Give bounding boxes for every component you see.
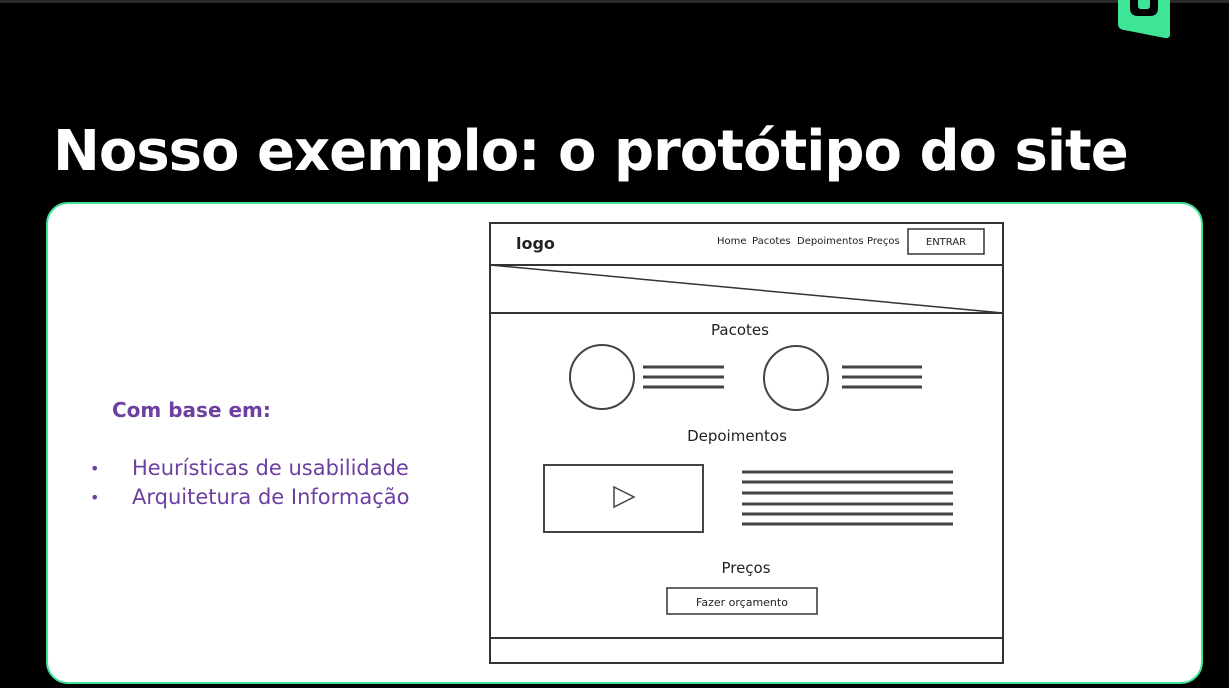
site-wireframe: logo Home Pacotes Depoimentos Preços ENT… bbox=[489, 222, 1004, 664]
criteria-item: • Heurísticas de usabilidade bbox=[0, 454, 410, 483]
packages-heading: Pacotes bbox=[711, 321, 769, 339]
criteria-list: • Heurísticas de usabilidade • Arquitetu… bbox=[0, 454, 410, 512]
bullet-icon: • bbox=[90, 459, 100, 478]
bullet-icon: • bbox=[90, 488, 100, 507]
criteria-label: Arquitetura de Informação bbox=[132, 485, 410, 509]
brand-logo-icon bbox=[1118, 0, 1170, 39]
basis-heading: Com base em: bbox=[112, 398, 271, 422]
package-image-placeholder bbox=[569, 344, 635, 410]
nav-item-home[interactable]: Home bbox=[717, 236, 747, 247]
slide-title: Nosso exemplo: o protótipo do site bbox=[53, 119, 1129, 184]
prices-heading: Preços bbox=[721, 559, 770, 577]
testimonials-heading: Depoimentos bbox=[687, 427, 787, 445]
nav-item-depoimentos[interactable]: Depoimentos bbox=[797, 236, 864, 247]
criteria-item: • Arquitetura de Informação bbox=[0, 483, 410, 512]
quote-button-label: Fazer orçamento bbox=[696, 596, 788, 609]
window-top-edge bbox=[0, 0, 1229, 3]
video-placeholder[interactable] bbox=[543, 464, 704, 533]
package-image-placeholder bbox=[763, 345, 829, 411]
login-button-label: ENTRAR bbox=[926, 237, 966, 248]
wireframe-logo: logo bbox=[516, 234, 555, 253]
nav-item-pacotes[interactable]: Pacotes bbox=[752, 236, 791, 247]
nav-item-precos[interactable]: Preços bbox=[867, 236, 900, 247]
criteria-label: Heurísticas de usabilidade bbox=[132, 456, 409, 480]
